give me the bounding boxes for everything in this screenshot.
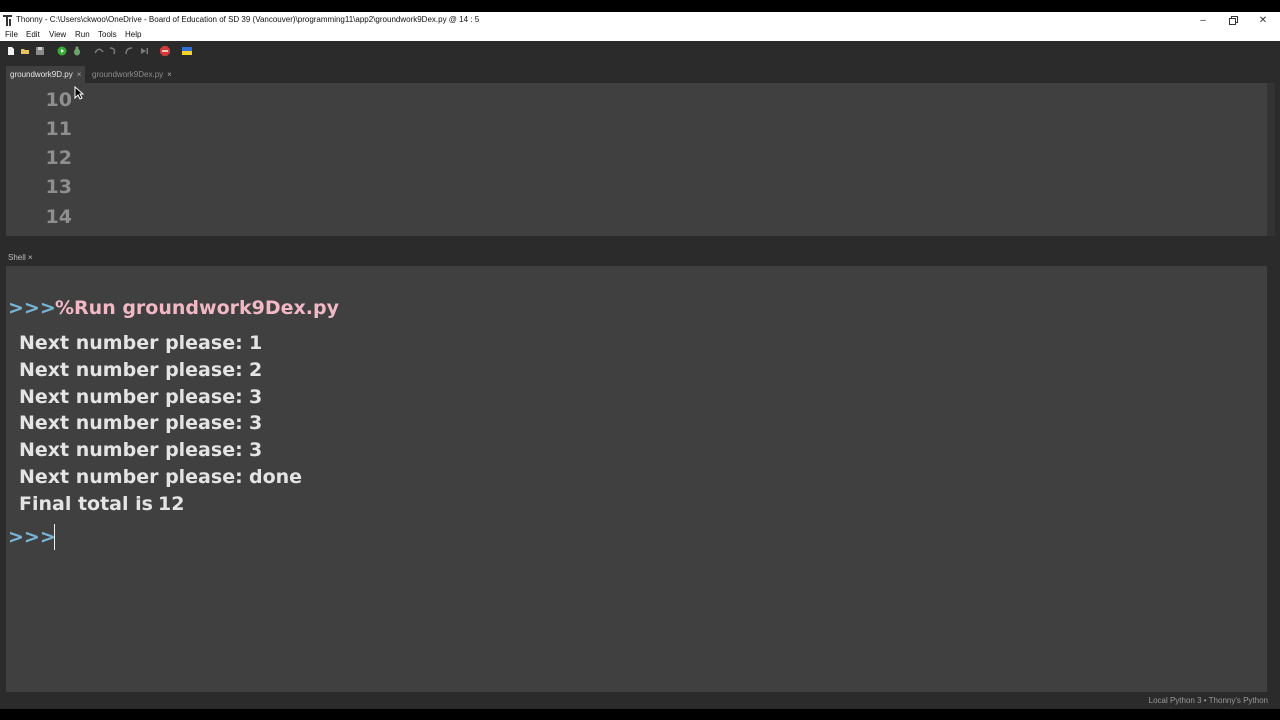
- restore-icon: [1228, 16, 1238, 25]
- tab-label: groundwork9D.py: [10, 70, 73, 79]
- final-total-label: Final total is: [19, 493, 153, 515]
- save-icon[interactable]: [35, 46, 45, 56]
- status-bar: Local Python 3 • Thonny's Python: [0, 692, 1280, 709]
- open-file-icon[interactable]: [20, 46, 30, 56]
- shell-console[interactable]: >>> %Run groundwork9Dex.py Next number p…: [6, 266, 1267, 692]
- close-tab-icon[interactable]: ×: [167, 70, 172, 79]
- menu-file[interactable]: File: [5, 29, 18, 41]
- output-value: 3: [249, 439, 263, 461]
- line-number: 14: [45, 206, 72, 228]
- thonny-logo-icon: [3, 15, 12, 26]
- editor-scrollbar[interactable]: [1267, 83, 1275, 236]
- debug-icon[interactable]: [72, 46, 82, 56]
- line-number: 13: [45, 176, 72, 198]
- interpreter-status[interactable]: Local Python 3 • Thonny's Python: [1149, 695, 1268, 707]
- minimize-button[interactable]: –: [1188, 12, 1218, 29]
- editor-tab-bar: groundwork9D.py × groundwork9Dex.py ×: [0, 63, 1280, 83]
- output-label: Next number please:: [19, 359, 243, 381]
- shell-tab-bar: Shell ×: [0, 248, 1280, 266]
- mouse-pointer-icon: [74, 86, 84, 100]
- new-file-icon[interactable]: [6, 46, 16, 56]
- title-bar: Thonny - C:\Users\ckwoo\OneDrive - Board…: [0, 12, 1280, 29]
- menu-tools[interactable]: Tools: [98, 29, 117, 41]
- thonny-window: Thonny - C:\Users\ckwoo\OneDrive - Board…: [0, 12, 1280, 709]
- text-cursor: [54, 524, 55, 550]
- ukraine-flag-icon[interactable]: [182, 46, 192, 56]
- line-number: 11: [45, 118, 72, 140]
- code-editor[interactable]: 10 11 12 13 14: [6, 83, 1267, 236]
- window-title: Thonny - C:\Users\ckwoo\OneDrive - Board…: [16, 15, 480, 24]
- menu-edit[interactable]: Edit: [26, 29, 40, 41]
- menu-help[interactable]: Help: [125, 29, 141, 41]
- line-number: 10: [45, 89, 72, 111]
- line-number: 12: [45, 147, 72, 169]
- output-label: Next number please:: [19, 439, 243, 461]
- restore-button[interactable]: [1218, 12, 1248, 29]
- step-over-icon[interactable]: [94, 46, 104, 56]
- minimize-icon: –: [1200, 15, 1206, 26]
- shell-prompt: >>>: [8, 297, 56, 319]
- menu-bar: File Edit View Run Tools Help: [0, 29, 1280, 41]
- tab-groundwork9D[interactable]: groundwork9D.py ×: [6, 66, 86, 83]
- toolbar: [0, 41, 1280, 63]
- final-total-value: 12: [158, 493, 185, 515]
- output-value: 3: [249, 412, 263, 434]
- tab-shell[interactable]: Shell ×: [4, 250, 37, 266]
- close-tab-icon[interactable]: ×: [77, 70, 82, 79]
- run-icon[interactable]: [57, 46, 67, 56]
- output-label: Next number please:: [19, 386, 243, 408]
- output-label: Next number please:: [19, 466, 243, 488]
- output-value: 2: [249, 359, 263, 381]
- run-command: %Run groundwork9Dex.py: [55, 297, 339, 319]
- menu-view[interactable]: View: [49, 29, 66, 41]
- close-icon: ✕: [1258, 15, 1268, 26]
- tab-label: groundwork9Dex.py: [92, 70, 164, 79]
- stop-icon[interactable]: [160, 46, 170, 56]
- output-value: 3: [249, 386, 263, 408]
- shell-prompt: >>>: [8, 526, 56, 548]
- step-out-icon[interactable]: [124, 46, 134, 56]
- menu-run[interactable]: Run: [75, 29, 90, 41]
- close-window-button[interactable]: ✕: [1248, 12, 1278, 29]
- close-tab-icon[interactable]: ×: [28, 253, 33, 262]
- resume-icon[interactable]: [139, 46, 149, 56]
- step-into-icon[interactable]: [108, 46, 118, 56]
- tab-label: Shell: [8, 253, 26, 262]
- output-value: 1: [249, 332, 263, 354]
- tab-groundwork9Dex[interactable]: groundwork9Dex.py ×: [88, 66, 176, 83]
- output-label: Next number please:: [19, 412, 243, 434]
- output-label: Next number please:: [19, 332, 243, 354]
- output-value: done: [249, 466, 303, 488]
- line-number-gutter: 10 11 12 13 14: [6, 83, 76, 236]
